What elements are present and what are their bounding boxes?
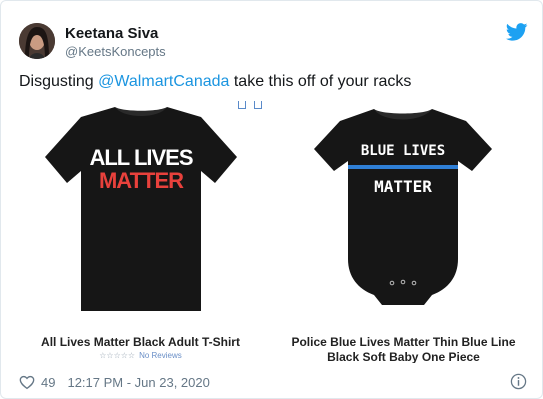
thin-blue-line — [348, 165, 458, 169]
mention-link[interactable]: @WalmartCanada — [98, 73, 229, 90]
tweet-footer: 49 12:17 PM - Jun 23, 2020 — [19, 373, 210, 391]
onesie-image: BLUE LIVES MATTER — [314, 109, 492, 305]
tshirt-print-line1: ALL LIVES — [89, 145, 192, 170]
product-title-line1[interactable]: Police Blue Lives Matter Thin Blue Line — [282, 335, 525, 350]
rating-stars-icon: ☆☆☆☆☆ — [99, 351, 136, 360]
product-card-onesie[interactable]: BLUE LIVES MATTER Police Blue Lives Matt… — [254, 101, 525, 363]
tweet-media-image[interactable]: ALL LIVES MATTER All Lives Matter Black … — [19, 101, 525, 363]
expand-icon[interactable] — [254, 101, 262, 109]
tshirt-image: ALL LIVES MATTER — [45, 107, 237, 311]
info-icon[interactable] — [510, 373, 527, 390]
onesie-print-line2: MATTER — [374, 177, 432, 196]
product-title-line2[interactable]: Black Soft Baby One Piece — [282, 350, 525, 363]
twitter-bird-icon[interactable] — [506, 23, 528, 41]
product-card-tshirt[interactable]: ALL LIVES MATTER All Lives Matter Black … — [19, 101, 262, 363]
reviews-label[interactable]: No Reviews — [139, 351, 182, 360]
author-name[interactable]: Keetana Siva — [65, 25, 158, 42]
avatar[interactable] — [19, 23, 55, 59]
author-handle[interactable]: @KeetsKoncepts — [65, 44, 166, 59]
tweet-text-after: take this off of your racks — [229, 73, 412, 90]
tshirt-print-line2: MATTER — [99, 168, 184, 193]
like-count[interactable]: 49 — [41, 375, 55, 390]
tweet-text-before: Disgusting — [19, 73, 99, 90]
tweet-timestamp[interactable]: 12:17 PM - Jun 23, 2020 — [67, 375, 209, 390]
product-reviews: ☆☆☆☆☆ No Reviews — [19, 351, 262, 360]
heart-icon[interactable] — [19, 374, 35, 390]
tweet-text: Disgusting @WalmartCanada take this off … — [19, 73, 411, 91]
tweet-card: Keetana Siva @KeetsKoncepts Disgusting @… — [0, 0, 543, 399]
onesie-print-line1: BLUE LIVES — [361, 143, 445, 159]
product-title[interactable]: All Lives Matter Black Adult T-Shirt — [19, 335, 262, 350]
